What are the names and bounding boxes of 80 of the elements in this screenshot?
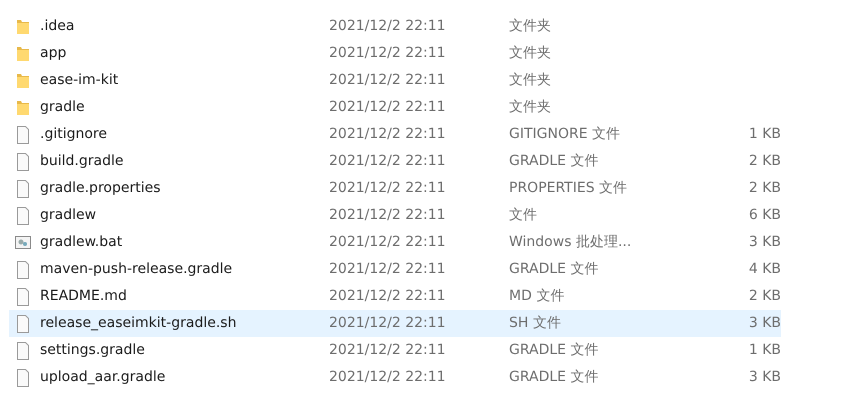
file-icon bbox=[15, 126, 31, 144]
folder-icon bbox=[15, 44, 31, 62]
file-size: 3 KB bbox=[748, 368, 781, 387]
modified-date: 2021/12/2 22:11 bbox=[329, 152, 447, 171]
file-size: 4 KB bbox=[748, 260, 781, 279]
file-icon bbox=[15, 180, 31, 198]
file-name: maven-push-release.gradle bbox=[40, 260, 234, 279]
file-size: 2 KB bbox=[748, 152, 781, 171]
file-icon bbox=[15, 206, 31, 224]
folder-icon bbox=[15, 98, 31, 116]
file-size: 1 KB bbox=[748, 125, 781, 144]
file-icon bbox=[15, 260, 31, 278]
file-icon bbox=[15, 314, 31, 332]
folder-icon bbox=[15, 72, 31, 90]
modified-date: 2021/12/2 22:11 bbox=[329, 179, 447, 198]
modified-date: 2021/12/2 22:11 bbox=[329, 44, 447, 63]
modified-date: 2021/12/2 22:11 bbox=[329, 233, 447, 252]
file-size: 6 KB bbox=[748, 206, 781, 225]
file-type: SH 文件 bbox=[509, 314, 562, 333]
file-size: 2 KB bbox=[748, 287, 781, 306]
modified-date: 2021/12/2 22:11 bbox=[329, 206, 447, 225]
modified-date: 2021/12/2 22:11 bbox=[329, 71, 447, 90]
folder-icon bbox=[15, 18, 31, 36]
file-type: 文件 bbox=[509, 206, 538, 225]
file-name: build.gradle bbox=[40, 152, 124, 171]
file-type: GRADLE 文件 bbox=[509, 260, 600, 279]
file-name: gradle.properties bbox=[40, 179, 162, 198]
file-type: Windows 批处理... bbox=[509, 233, 632, 252]
file-type: GRADLE 文件 bbox=[509, 368, 600, 387]
file-name: settings.gradle bbox=[40, 341, 146, 360]
file-name: release_easeimkit-gradle.sh bbox=[40, 314, 238, 333]
modified-date: 2021/12/2 22:11 bbox=[329, 314, 447, 333]
file-type: 文件夹 bbox=[509, 17, 552, 36]
modified-date: 2021/12/2 22:11 bbox=[329, 125, 447, 144]
file-row[interactable]: gradlew.bat 2021/12/2 22:11 Windows 批处理... 3 KB bbox=[9, 229, 781, 256]
file-row[interactable]: .idea 2021/12/2 22:11 文件夹 bbox=[9, 13, 781, 40]
file-name: README.md bbox=[40, 287, 128, 306]
file-name: app bbox=[40, 44, 68, 63]
file-size: 2 KB bbox=[748, 179, 781, 198]
file-row[interactable]: settings.gradle 2021/12/2 22:11 GRADLE 文件 1 KB bbox=[9, 337, 781, 364]
file-type: 文件夹 bbox=[509, 98, 552, 117]
file-name: ease-im-kit bbox=[40, 71, 120, 90]
file-row[interactable]: release_easeimkit-gradle.sh 2021/12/2 22:11 SH 文件 3 KB bbox=[9, 310, 781, 337]
file-icon bbox=[15, 368, 31, 386]
file-name: gradle bbox=[40, 98, 86, 117]
file-row[interactable]: gradle.properties 2021/12/2 22:11 PROPERTIES 文件 2 KB bbox=[9, 175, 781, 202]
file-size: 3 KB bbox=[748, 233, 781, 252]
file-row[interactable]: app 2021/12/2 22:11 文件夹 bbox=[9, 40, 781, 67]
modified-date: 2021/12/2 22:11 bbox=[329, 368, 447, 387]
file-type: PROPERTIES 文件 bbox=[509, 179, 628, 198]
modified-date: 2021/12/2 22:11 bbox=[329, 260, 447, 279]
file-type: GRADLE 文件 bbox=[509, 341, 600, 360]
file-name: .idea bbox=[40, 17, 76, 36]
file-icon bbox=[15, 342, 31, 360]
modified-date: 2021/12/2 22:11 bbox=[329, 287, 447, 306]
file-type: 文件夹 bbox=[509, 71, 552, 90]
file-row[interactable]: gradle 2021/12/2 22:11 文件夹 bbox=[9, 94, 781, 121]
file-name: gradlew bbox=[40, 206, 98, 225]
file-size: 3 KB bbox=[748, 314, 781, 333]
file-type: 文件夹 bbox=[509, 44, 552, 63]
file-type: MD 文件 bbox=[509, 287, 566, 306]
file-size: 1 KB bbox=[748, 341, 781, 360]
file-type: GRADLE 文件 bbox=[509, 152, 600, 171]
modified-date: 2021/12/2 22:11 bbox=[329, 341, 447, 360]
file-icon bbox=[15, 288, 31, 306]
modified-date: 2021/12/2 22:11 bbox=[329, 98, 447, 117]
file-name: upload_aar.gradle bbox=[40, 368, 166, 387]
file-name: gradlew.bat bbox=[40, 233, 124, 252]
file-type: GITIGNORE 文件 bbox=[509, 125, 622, 144]
file-row[interactable]: maven-push-release.gradle 2021/12/2 22:11 GRADLE 文件 4 KB bbox=[9, 256, 781, 283]
file-icon bbox=[15, 152, 31, 170]
file-name: .gitignore bbox=[40, 125, 108, 144]
gear-file-icon bbox=[15, 234, 31, 252]
file-row[interactable]: README.md 2021/12/2 22:11 MD 文件 2 KB bbox=[9, 283, 781, 310]
file-row[interactable]: upload_aar.gradle 2021/12/2 22:11 GRADLE 文件 3 KB bbox=[9, 364, 781, 391]
file-row[interactable]: gradlew 2021/12/2 22:11 文件 6 KB bbox=[9, 202, 781, 229]
file-row[interactable]: build.gradle 2021/12/2 22:11 GRADLE 文件 2 KB bbox=[9, 148, 781, 175]
file-row[interactable]: .gitignore 2021/12/2 22:11 GITIGNORE 文件 1 KB bbox=[9, 121, 781, 148]
modified-date: 2021/12/2 22:11 bbox=[329, 17, 447, 36]
file-row[interactable]: ease-im-kit 2021/12/2 22:11 文件夹 bbox=[9, 67, 781, 94]
